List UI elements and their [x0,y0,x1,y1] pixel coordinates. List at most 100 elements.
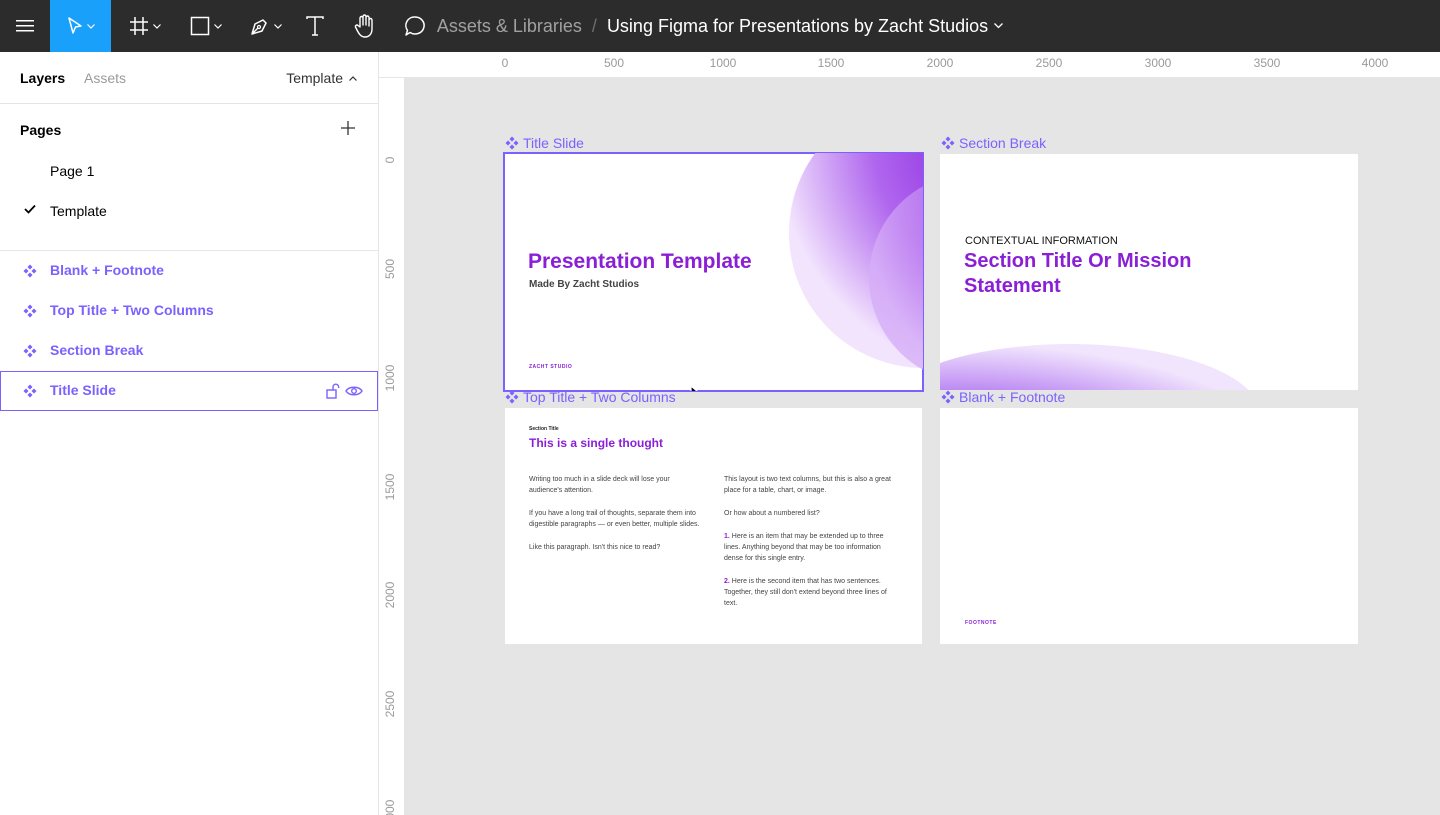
page-item-page-1[interactable]: Page 1 [0,152,378,192]
chevron-up-icon [349,75,357,81]
file-name[interactable]: Using Figma for Presentations by Zacht S… [607,16,988,37]
frame-icon [129,17,148,35]
comment-tool-button[interactable] [398,0,432,52]
design-canvas[interactable]: Title Slide Presentation Template Made B… [405,78,1440,815]
slide-section-title: Section Title [529,426,559,432]
move-tool-button[interactable] [50,0,111,52]
ruler-tick-label: 0 [383,156,397,164]
pages-section: Pages Page 1 Template [0,104,378,251]
ruler-tick-label: 1500 [383,473,397,501]
breadcrumb-project[interactable]: Assets & Libraries [437,16,582,37]
ruler-tick-label: 500 [383,258,397,280]
sidebar-tabs: Layers Assets Template [0,52,378,104]
list-item: 2. Here is the second item that has two … [724,576,899,609]
layer-blank-footnote[interactable]: Blank + Footnote [0,251,378,291]
chevron-down-icon [273,23,282,29]
vertical-ruler: 0 500 1000 1500 2000 2500 3000 [379,78,405,815]
figma-app: Assets & Libraries / Using Figma for Pre… [0,0,1440,815]
hand-icon [354,14,373,38]
slide-footnote: FOOTNOTE [965,620,997,626]
slide-subtitle: Made By Zacht Studios [529,279,640,290]
breadcrumb-separator: / [591,15,597,36]
pointer-icon [67,17,82,34]
hand-tool-button[interactable] [348,0,382,52]
frame-label-text: Title Slide [523,135,584,151]
paragraph: If you have a long trail of thoughts, se… [529,510,700,528]
checkmark-icon [24,204,36,214]
component-icon [941,136,955,150]
page-item-template[interactable]: Template [0,192,378,232]
component-icon [505,390,519,404]
list-text: Here is the second item that has two sen… [724,578,887,607]
tab-assets[interactable]: Assets [84,70,126,86]
slide-column-right: This layout is two text columns, but thi… [724,474,899,621]
frame-label-section-break[interactable]: Section Break [941,135,1046,151]
main-menu-button[interactable] [0,0,50,52]
frame-label-two-columns[interactable]: Top Title + Two Columns [505,389,676,405]
chevron-down-icon [213,23,222,29]
page-label: Template [50,203,107,219]
frame-blank-footnote[interactable]: FOOTNOTE [940,408,1358,644]
frame-section-break[interactable]: CONTEXTUAL INFORMATION Section Title Or … [940,154,1358,390]
paragraph: Like this paragraph. Isn't this nice to … [529,544,661,551]
hamburger-icon [16,20,34,32]
page-label: Page 1 [50,163,95,179]
tab-layers[interactable]: Layers [20,70,65,86]
text-icon [306,16,324,36]
ruler-tick-label: 3500 [1253,56,1281,70]
slide-heading: This is a single thought [529,436,664,450]
slide-column-left: Writing too much in a slide deck will lo… [529,474,704,565]
ruler-tick-label: 2500 [1035,56,1063,70]
frame-label-blank-footnote[interactable]: Blank + Footnote [941,389,1065,405]
file-menu-chevron-icon[interactable] [994,23,1004,29]
component-icon [23,384,37,398]
layer-title-slide[interactable]: Title Slide [0,371,378,411]
layer-section-break[interactable]: Section Break [0,331,378,371]
layer-top-title-two-columns[interactable]: Top Title + Two Columns [0,291,378,331]
ruler-tick-label: 500 [603,56,625,70]
ruler-tick-label: 1000 [383,364,397,392]
ruler-tick-label: 3000 [1144,56,1172,70]
frame-label-text: Section Break [959,135,1047,151]
frame-label-title-slide[interactable]: Title Slide [505,135,584,151]
paragraph: This layout is two text columns, but thi… [724,476,891,494]
pages-title: Pages [20,122,62,138]
layer-label: Section Break [50,342,144,358]
left-sidebar: Layers Assets Template Pages Page 1 Temp… [0,52,379,815]
ruler-tick-label: 4000 [1361,56,1389,70]
text-tool-button[interactable] [298,0,332,52]
component-icon [23,344,37,358]
list-item: 1. Here is an item that may be extended … [724,531,899,564]
frame-title-slide[interactable]: Presentation Template Made By Zacht Stud… [503,152,924,392]
frame-label-text: Top Title + Two Columns [523,389,676,405]
pen-tool-button[interactable] [238,0,293,52]
mouse-cursor-icon [690,385,698,391]
unlock-icon[interactable] [326,383,340,399]
ruler-tick-label: 1500 [817,56,845,70]
toolbar: Assets & Libraries / Using Figma for Pre… [0,0,1440,52]
add-page-icon[interactable] [340,120,356,136]
page-selector-label: Template [286,70,343,86]
component-icon [23,264,37,278]
layer-label: Top Title + Two Columns [50,302,214,318]
page-selector[interactable]: Template [286,70,357,86]
eye-icon[interactable] [345,383,363,399]
component-icon [23,304,37,318]
frame-tool-button[interactable] [117,0,172,52]
chevron-down-icon [152,23,161,29]
paragraph: Writing too much in a slide deck will lo… [529,476,670,494]
slide-context-label: CONTEXTUAL INFORMATION [965,235,1118,247]
slide-title: Presentation Template [528,250,752,273]
component-icon [941,390,955,404]
list-text: Here is an item that may be extended up … [724,533,884,562]
comment-icon [405,16,425,36]
ruler-tick-label: 2500 [383,690,397,718]
ruler-tick-label: 0 [501,56,509,70]
chevron-down-icon [86,23,95,29]
shape-tool-button[interactable] [178,0,233,52]
frame-two-columns[interactable]: Section Title This is a single thought W… [505,408,922,644]
rectangle-icon [190,16,209,36]
layer-label: Blank + Footnote [50,262,164,278]
ruler-tick-label: 2000 [383,581,397,609]
paragraph: Or how about a numbered list? [724,510,820,517]
